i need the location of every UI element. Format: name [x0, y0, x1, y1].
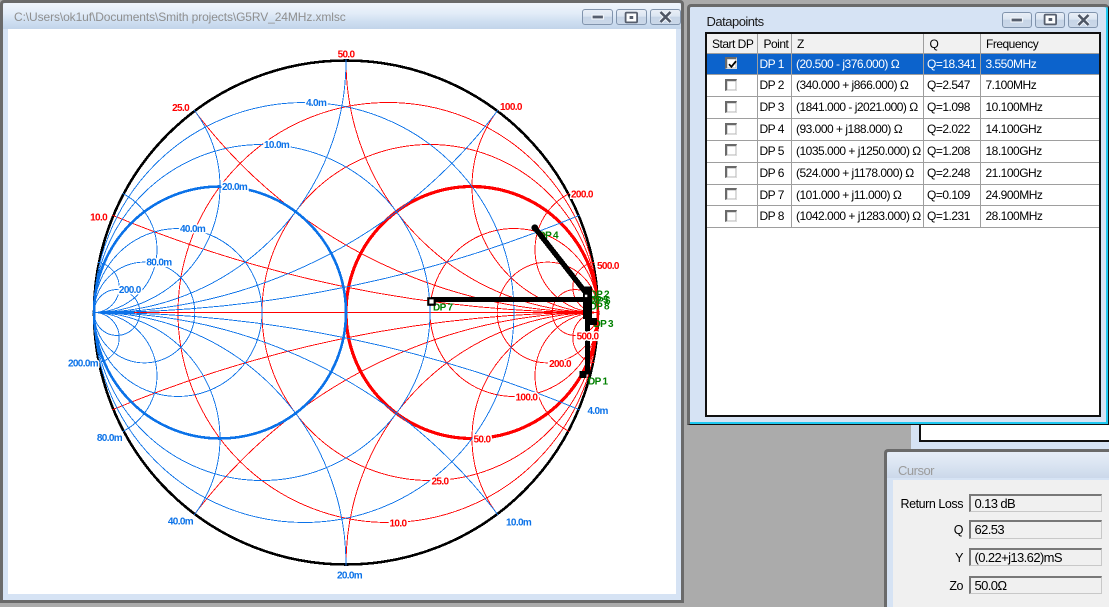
svg-text:10.0m: 10.0m [264, 140, 290, 151]
svg-text:100.0: 100.0 [515, 392, 538, 403]
svg-text:4.0m: 4.0m [587, 406, 608, 417]
svg-text:25.0: 25.0 [431, 476, 449, 487]
svg-text:500.0: 500.0 [597, 261, 620, 272]
svg-text:50.0: 50.0 [337, 49, 355, 60]
svg-text:200.0: 200.0 [571, 189, 594, 200]
svg-text:500.0: 500.0 [576, 331, 599, 342]
svg-text:40.0m: 40.0m [167, 516, 193, 527]
svg-text:20.0m: 20.0m [222, 182, 248, 193]
svg-text:10.0m: 10.0m [506, 517, 532, 528]
svg-text:10.0: 10.0 [90, 212, 108, 223]
svg-text:200.0m: 200.0m [67, 358, 98, 369]
svg-text:80.0m: 80.0m [146, 257, 172, 268]
svg-text:50.0: 50.0 [473, 434, 491, 445]
svg-text:DP 8: DP 8 [589, 301, 610, 312]
svg-text:25.0: 25.0 [172, 103, 190, 114]
svg-text:DP 1: DP 1 [588, 376, 609, 387]
svg-text:20.0m: 20.0m [336, 570, 362, 581]
svg-text:80.0m: 80.0m [96, 433, 122, 444]
svg-text:200.0: 200.0 [549, 358, 572, 369]
svg-text:200.0: 200.0 [118, 285, 141, 296]
svg-text:10.0: 10.0 [389, 518, 407, 529]
svg-text:DP 7: DP 7 [433, 302, 454, 313]
svg-text:40.0m: 40.0m [180, 224, 206, 235]
svg-text:100.0: 100.0 [500, 102, 523, 113]
svg-text:4.0m: 4.0m [306, 98, 327, 109]
